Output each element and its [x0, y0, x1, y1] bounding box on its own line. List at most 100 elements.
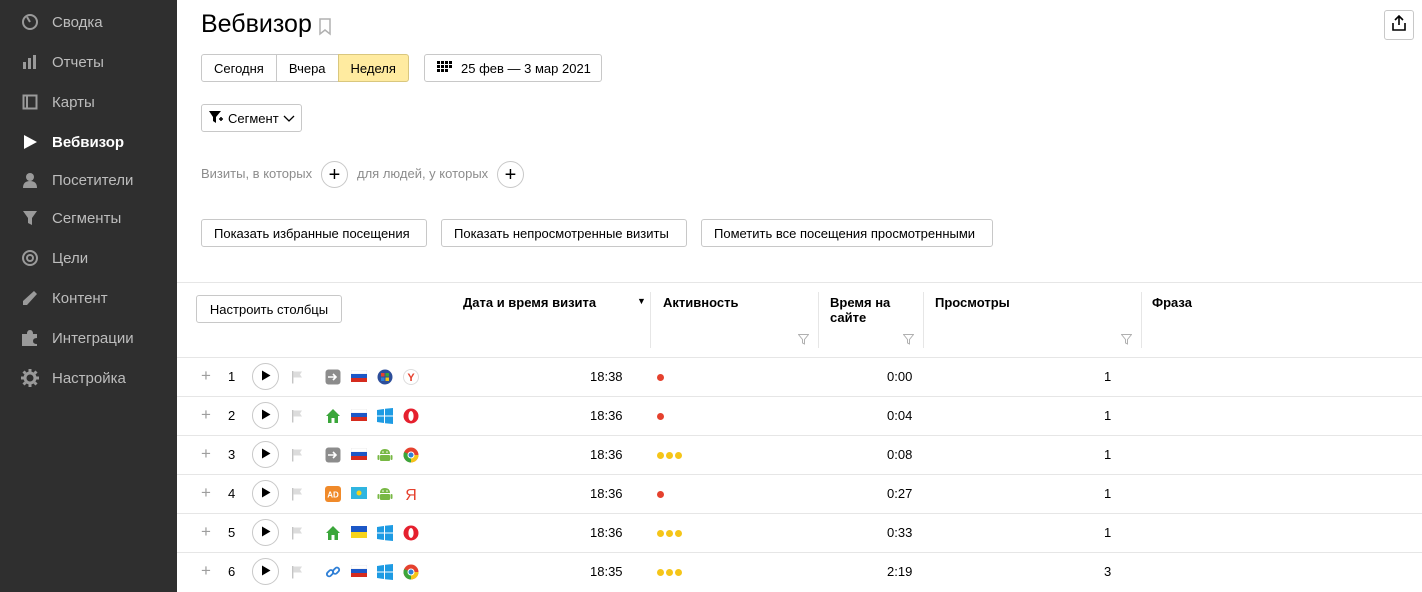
segment-label: Сегмент [228, 110, 279, 126]
play-recording-button[interactable] [252, 363, 279, 390]
add-people-condition-button[interactable]: + [497, 161, 524, 188]
period-yesterday-button[interactable]: Вчера [275, 54, 339, 82]
visit-time: 18:38 [590, 369, 623, 384]
expand-row-button[interactable]: + [201, 406, 211, 423]
share-icon [1392, 14, 1406, 36]
period-today-button[interactable]: Сегодня [201, 54, 277, 82]
sidebar-item-summary[interactable]: Сводка [0, 2, 177, 42]
row-number: 5 [228, 525, 236, 540]
favorite-flag-icon[interactable] [291, 409, 303, 428]
sidebar-item-label: Сегменты [52, 209, 122, 227]
sidebar-item-label: Отчеты [52, 53, 104, 71]
flag-ru-icon [350, 447, 368, 463]
favorite-flag-icon[interactable] [291, 565, 303, 584]
play-recording-button[interactable] [252, 519, 279, 546]
activity-dot [657, 530, 664, 537]
target-icon [20, 248, 40, 268]
column-filter-icon[interactable] [797, 332, 810, 350]
column-header-activity[interactable]: Активность [663, 295, 738, 310]
period-selector: Сегодня Вчера Неделя [201, 54, 409, 82]
sidebar-item-content[interactable]: Контент [0, 278, 177, 318]
people-condition-label: для людей, у которых [357, 166, 489, 181]
period-week-button[interactable]: Неделя [337, 54, 409, 82]
add-visit-condition-button[interactable]: + [321, 161, 348, 188]
sidebar-item-reports[interactable]: Отчеты [0, 42, 177, 82]
play-icon [261, 446, 271, 464]
sidebar-item-goals[interactable]: Цели [0, 238, 177, 278]
android-icon [377, 447, 393, 463]
puzzle-icon [20, 328, 40, 348]
column-filter-icon[interactable] [902, 332, 915, 350]
sidebar-item-maps[interactable]: Карты [0, 82, 177, 122]
row-number: 3 [228, 447, 236, 462]
flag-ua-icon [351, 525, 367, 541]
play-recording-button[interactable] [252, 441, 279, 468]
main-content: Вебвизор Сегодня Вчера Неделя 25 фев — 3… [177, 0, 1422, 592]
sidebar-item-label: Карты [52, 93, 95, 111]
table-row[interactable]: + 1 Y 18:38 0:00 1 [177, 357, 1422, 396]
page-views: 3 [1104, 564, 1112, 579]
user-icon [20, 170, 40, 190]
activity-indicator [657, 452, 682, 459]
show-favorites-button[interactable]: Показать избранные посещения [201, 219, 427, 247]
column-header-duration[interactable]: Время на сайте [830, 295, 890, 325]
favorite-flag-icon[interactable] [291, 487, 303, 506]
date-range-label: 25 фев — 3 мар 2021 [461, 60, 591, 76]
export-button[interactable] [1384, 10, 1414, 40]
play-recording-button[interactable] [252, 402, 279, 429]
sidebar-item-label: Интеграции [52, 329, 134, 347]
expand-row-button[interactable]: + [201, 523, 211, 540]
sidebar-item-label: Вебвизор [52, 133, 125, 151]
sidebar-item-segments[interactable]: Сегменты [0, 198, 177, 238]
filter-icon [208, 110, 224, 127]
sidebar-item-settings[interactable]: Настройка [0, 358, 177, 398]
column-separator [650, 292, 651, 348]
play-recording-button[interactable] [252, 558, 279, 585]
visit-duration: 0:08 [887, 447, 913, 462]
column-filter-icon[interactable] [1120, 332, 1133, 350]
date-range-button[interactable]: 25 фев — 3 мар 2021 [424, 54, 602, 82]
play-icon [261, 485, 271, 503]
plus-icon: + [504, 163, 517, 186]
sidebar-item-visitors[interactable]: Посетители [0, 160, 177, 200]
favorite-flag-icon[interactable] [291, 448, 303, 467]
yandex-browser-icon: Y [403, 369, 419, 385]
expand-row-button[interactable]: + [201, 445, 211, 462]
column-header-phrase[interactable]: Фраза [1152, 295, 1192, 310]
table-row[interactable]: + 4 AD Я 18:36 0:27 1 [177, 474, 1422, 513]
activity-indicator [657, 374, 664, 381]
sidebar-item-webvisor[interactable]: Вебвизор [0, 122, 177, 162]
column-header-datetime[interactable]: Дата и время визита [463, 295, 596, 310]
visit-time: 18:36 [590, 486, 623, 501]
activity-dot [657, 491, 664, 498]
show-unviewed-button[interactable]: Показать непросмотренные визиты [441, 219, 687, 247]
page-views: 1 [1104, 525, 1112, 540]
column-header-views[interactable]: Просмотры [935, 295, 1010, 310]
chrome-icon [403, 564, 419, 580]
visit-time: 18:35 [590, 564, 623, 579]
expand-row-button[interactable]: + [201, 484, 211, 501]
bookmark-icon[interactable] [318, 18, 332, 41]
table-row[interactable]: + 6 18:35 2:19 3 [177, 552, 1422, 591]
mark-all-viewed-button[interactable]: Пометить все посещения просмотренными [701, 219, 993, 247]
table-row[interactable]: + 2 18:36 0:04 1 [177, 396, 1422, 435]
divider [177, 282, 1422, 283]
sidebar-item-label: Сводка [52, 13, 103, 31]
play-icon [261, 563, 271, 581]
table-row[interactable]: + 5 18:36 0:33 1 [177, 513, 1422, 552]
segment-dropdown[interactable]: Сегмент [201, 104, 302, 132]
activity-dot [675, 530, 682, 537]
filter-icon [20, 208, 40, 228]
sidebar-item-integrations[interactable]: Интеграции [0, 318, 177, 358]
expand-row-button[interactable]: + [201, 562, 211, 579]
expand-row-button[interactable]: + [201, 367, 211, 384]
favorite-flag-icon[interactable] [291, 370, 303, 389]
table-row[interactable]: + 3 18:36 0:08 1 [177, 435, 1422, 474]
favorite-flag-icon[interactable] [291, 526, 303, 545]
play-icon [20, 132, 40, 152]
play-recording-button[interactable] [252, 480, 279, 507]
row-number: 2 [228, 408, 236, 423]
configure-columns-button[interactable]: Настроить столбцы [196, 295, 342, 323]
flag-ru-icon [350, 369, 368, 385]
sort-desc-icon[interactable]: ▼ [637, 296, 646, 306]
